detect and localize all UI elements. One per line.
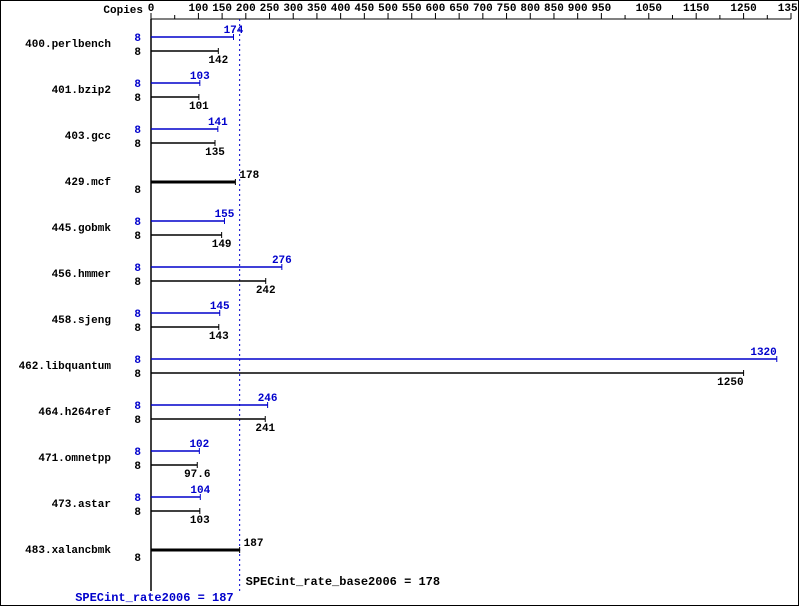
spec-rate-chart: 0100150200250300350400450500550600650700… [0, 0, 799, 606]
copies-base: 8 [134, 47, 141, 59]
peak-value-label: 155 [215, 209, 235, 221]
benchmark-label: 445.gobmk [52, 223, 112, 235]
axis-tick-label: 1150 [683, 3, 709, 15]
peak-value-label: 104 [190, 485, 210, 497]
summary-base-label: SPECint_rate_base2006 = 178 [246, 575, 440, 589]
summary-peak-label: SPECint_rate2006 = 187 [75, 591, 233, 605]
copies-base: 8 [134, 231, 141, 243]
axis-tick-label: 750 [497, 3, 517, 15]
axis-tick-label: 250 [260, 3, 280, 15]
copies-peak: 8 [134, 79, 141, 91]
copies-peak: 8 [134, 309, 141, 321]
axis-tick-label: 100 [189, 3, 209, 15]
axis-tick-label: 550 [402, 3, 422, 15]
benchmark-label: 401.bzip2 [52, 85, 111, 97]
axis-tick-label: 400 [331, 3, 351, 15]
axis-tick-label: 850 [544, 3, 564, 15]
axis-tick-label: 800 [520, 3, 540, 15]
axis-tick-label: 0 [148, 3, 155, 15]
base-value-label: 142 [208, 55, 228, 67]
copies-peak: 8 [134, 401, 141, 413]
benchmark-label: 403.gcc [65, 131, 111, 143]
copies-base: 8 [134, 369, 141, 381]
axis-tick-label: 1250 [730, 3, 756, 15]
axis-tick-label: 200 [236, 3, 256, 15]
base-value-label: 103 [190, 515, 210, 527]
copies-base: 8 [134, 93, 141, 105]
axis-tick-label: 950 [591, 3, 611, 15]
benchmark-label: 473.astar [52, 499, 111, 511]
base-value-label: 135 [205, 147, 225, 159]
benchmark-label: 471.omnetpp [38, 453, 111, 465]
copies-base: 8 [134, 323, 141, 335]
axis-tick-label: 600 [426, 3, 446, 15]
peak-value-label: 103 [190, 71, 210, 83]
copies-base: 8 [134, 415, 141, 427]
base-value-label: 187 [244, 538, 264, 550]
base-value-label: 178 [239, 170, 259, 182]
base-value-label: 242 [256, 285, 276, 297]
peak-value-label: 141 [208, 117, 228, 129]
peak-value-label: 246 [258, 393, 278, 405]
axis-tick-label: 350 [307, 3, 327, 15]
benchmark-label: 462.libquantum [19, 361, 112, 373]
copies-column-header: Copies [103, 5, 143, 17]
chart-svg: 0100150200250300350400450500550600650700… [1, 1, 798, 605]
copies-peak: 8 [134, 493, 141, 505]
copies-peak: 8 [134, 263, 141, 275]
copies-base: 8 [134, 461, 141, 473]
benchmark-label: 456.hmmer [52, 269, 111, 281]
peak-value-label: 145 [210, 301, 230, 313]
axis-tick-label: 900 [568, 3, 588, 15]
peak-value-label: 102 [189, 439, 209, 451]
copies-peak: 8 [134, 217, 141, 229]
base-value-label: 143 [209, 331, 229, 343]
base-value-label: 101 [189, 101, 209, 113]
benchmark-label: 483.xalancbmk [25, 545, 111, 557]
axis-tick-label: 1350 [778, 3, 798, 15]
peak-value-label: 1320 [750, 347, 776, 359]
base-value-label: 97.6 [184, 469, 210, 481]
copies-peak: 8 [134, 447, 141, 459]
copies-peak: 8 [134, 355, 141, 367]
peak-value-label: 276 [272, 255, 292, 267]
axis-tick-label: 150 [212, 3, 232, 15]
axis-tick-label: 700 [473, 3, 493, 15]
benchmark-label: 464.h264ref [38, 407, 111, 419]
copies-base: 8 [134, 507, 141, 519]
copies-base: 8 [134, 553, 141, 565]
base-value-label: 1250 [717, 377, 743, 389]
benchmark-label: 400.perlbench [25, 39, 111, 51]
axis-tick-label: 450 [354, 3, 374, 15]
copies-peak: 8 [134, 125, 141, 137]
base-value-label: 241 [255, 423, 275, 435]
axis-tick-label: 500 [378, 3, 398, 15]
copies-base: 8 [134, 185, 141, 197]
copies-base: 8 [134, 139, 141, 151]
benchmark-label: 429.mcf [65, 177, 112, 189]
benchmark-label: 458.sjeng [52, 315, 111, 327]
copies-base: 8 [134, 277, 141, 289]
peak-value-label: 174 [224, 25, 244, 37]
axis-tick-label: 650 [449, 3, 469, 15]
base-value-label: 149 [212, 239, 232, 251]
copies-peak: 8 [134, 33, 141, 45]
axis-tick-label: 300 [283, 3, 303, 15]
axis-tick-label: 1050 [636, 3, 662, 15]
